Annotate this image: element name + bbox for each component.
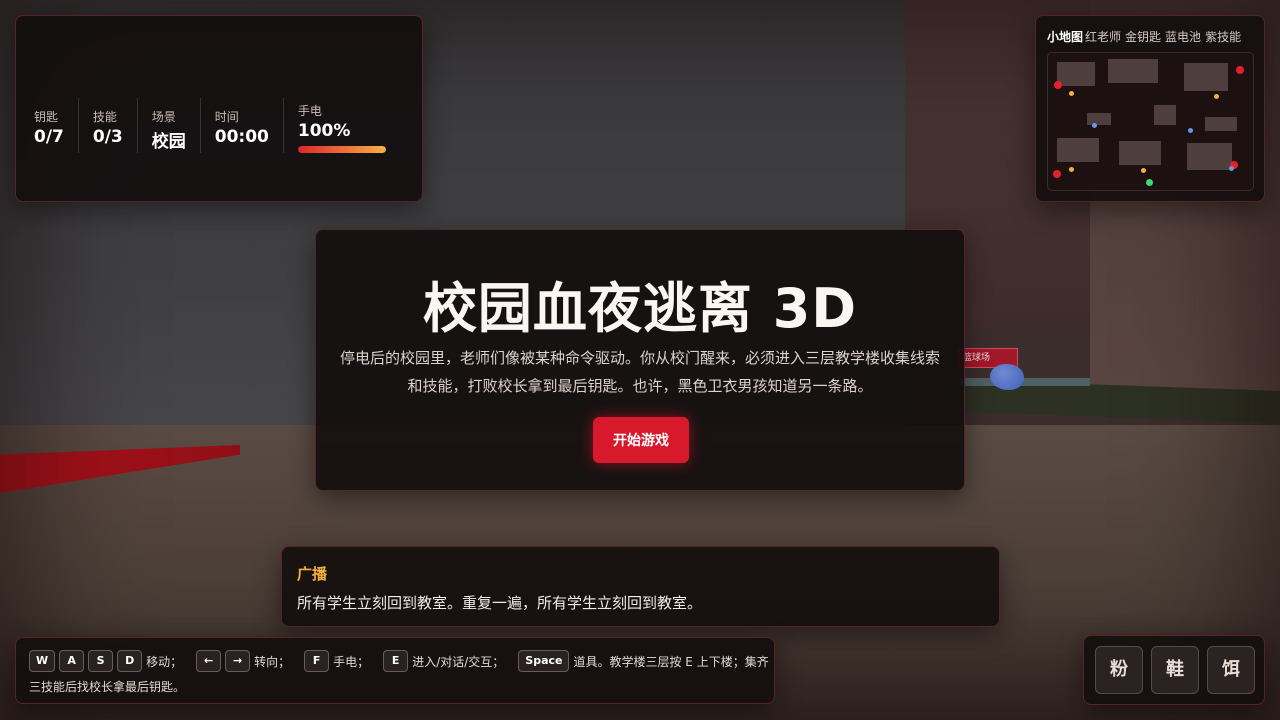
game-title: 校园血夜逃离 3D [422,277,858,340]
broadcast-panel: 广播 所有学生立刻回到教室。重复一遍，所有学生立刻回到教室。 [281,546,1000,627]
scene-value: 校园 [151,132,186,152]
minimap-room [1087,113,1111,125]
legend-key: 金钥匙 [1125,30,1162,44]
item-label: 道具。教学楼三层按 E 上下楼；集齐 [573,654,769,669]
hud-stats: 钥匙 0/7 技能 0/3 场景 校园 时间 00:00 手电 100% [34,98,386,153]
key-left-arrow: ← [196,650,222,672]
keys-label: 钥匙 [34,110,59,124]
minimap-key-marker [1141,168,1146,173]
broadcast-message: 所有学生立刻回到教室。重复一遍，所有学生立刻回到教室。 [297,594,703,612]
minimap-key-marker [1069,167,1074,172]
key-e: E [383,650,409,672]
key-f: F [304,650,330,672]
minimap-teacher-marker [1053,170,1061,178]
torch-label: 手电 [297,104,322,118]
ledge [960,378,1090,386]
minimap-title: 小地图 [1047,30,1084,44]
start-game-button[interactable]: 开始游戏 [593,417,689,463]
torch-control-label: 手电； [333,654,370,669]
torch-stat: 手电 100% [297,98,386,153]
broadcast-title: 广播 [297,565,328,583]
minimap-room [1187,143,1232,170]
minimap-battery-marker [1229,166,1234,171]
minimap-teacher-marker [1054,81,1062,89]
torch-value: 100% [297,121,351,141]
minimap-room [1108,59,1158,83]
blue-battery-pickup[interactable] [990,364,1024,390]
controls-line-2: 三技能后找校长拿最后钥匙。 [29,680,186,694]
time-value: 00:00 [214,127,269,147]
legend-battery: 蓝电池 [1165,30,1202,44]
keys-value: 0/7 [34,127,64,147]
game-description: 停电后的校园里，老师们像被某种命令驱动。你从校门醒来，必须进入三层教学楼收集线索… [340,349,941,395]
controls-help-panel: W A S D 移动； ← → 转向； F 手电； E 进入/对话/交互； Sp… [15,637,775,704]
minimap-room [1154,105,1176,125]
keys-stat: 钥匙 0/7 [34,98,79,153]
minimap-battery-marker [1188,128,1193,133]
scene-stat: 场景 校园 [152,98,201,153]
time-stat: 时间 00:00 [215,98,284,153]
key-a: A [59,650,85,672]
key-right-arrow: → [225,650,251,672]
minimap-header: 小地图 红老师 金钥匙 蓝电池 紫技能 [1047,28,1245,45]
inventory-slot-shoes[interactable]: 鞋 [1151,646,1199,694]
minimap-room [1184,63,1228,91]
scene-label: 场景 [151,110,176,124]
start-dialog: 校园血夜逃离 3D 停电后的校园里，老师们像被某种命令驱动。你从校门醒来，必须进… [315,229,965,491]
torch-battery-fill [297,146,386,153]
legend-skill: 紫技能 [1205,30,1242,44]
minimap-key-marker [1069,91,1074,96]
controls-line-1: W A S D 移动； ← → 转向； F 手电； E 进入/对话/交互； Sp… [29,650,769,672]
minimap-room [1057,62,1095,86]
key-s: S [88,650,114,672]
minimap-room [1057,138,1099,162]
minimap-panel: 小地图 红老师 金钥匙 蓝电池 紫技能 [1035,15,1265,202]
minimap-key-marker [1214,94,1219,99]
minimap-room [1119,141,1161,165]
hud-panel: 钥匙 0/7 技能 0/3 场景 校园 时间 00:00 手电 100% [15,15,423,202]
minimap-battery-marker [1092,123,1097,128]
minimap-player-marker [1146,179,1153,186]
inventory-slot-bait[interactable]: 饵 [1207,646,1255,694]
key-w: W [29,650,56,672]
key-space: Space [518,650,570,672]
minimap-room [1205,117,1237,131]
minimap-teacher-marker [1236,66,1244,74]
time-label: 时间 [214,110,239,124]
legend-teacher: 红老师 [1085,30,1122,44]
interact-label: 进入/对话/交互； [412,654,505,669]
turn-label: 转向； [254,654,291,669]
move-label: 移动； [146,654,183,669]
inventory-panel: 粉 鞋 饵 [1083,635,1265,705]
key-d: D [117,650,143,672]
skills-value: 0/3 [92,127,123,147]
torch-battery-bar [297,146,386,153]
inventory-slot-powder[interactable]: 粉 [1095,646,1143,694]
skills-stat: 技能 0/3 [93,98,138,153]
minimap-field [1047,52,1254,191]
skills-label: 技能 [92,110,117,124]
